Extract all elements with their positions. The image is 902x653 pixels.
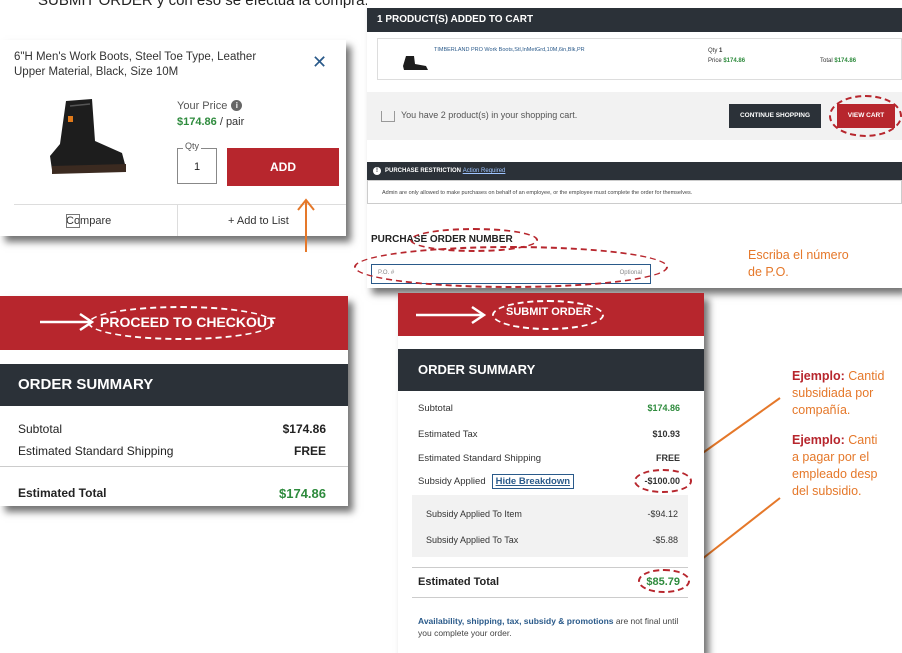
cart-product-name[interactable]: TIMBERLAND PRO Work Boots,Stl,InMetGrd,1… (434, 47, 585, 53)
proceed-checkout-bar[interactable]: PROCEED TO CHECKOUT (0, 296, 348, 350)
example-1-annotation: Ejemplo: Cantid subsidiada por compañía. (792, 369, 885, 417)
order-summary-title: ORDER SUMMARY (0, 364, 348, 406)
divider (0, 466, 348, 467)
shipping-label: Estimated Standard Shipping (18, 444, 174, 458)
subsidy-item-label: Subsidy Applied To Item (426, 509, 522, 519)
order-summary-title: ORDER SUMMARY (398, 349, 704, 391)
submit-panel: SUBMIT ORDER ORDER SUMMARY Subtotal $174… (398, 293, 704, 653)
subsidy-tax-value: -$5.88 (652, 535, 678, 545)
cart-icon (381, 111, 395, 122)
subtotal-label: Subtotal (418, 403, 453, 414)
availability-note: Availability, shipping, tax, subsidy & p… (418, 616, 679, 638)
hide-breakdown-link[interactable]: Hide Breakdown (491, 474, 575, 489)
po-field-highlight (354, 246, 668, 288)
subsidy-tax-label: Subsidy Applied To Tax (426, 535, 519, 545)
tax-value: $10.93 (652, 429, 680, 439)
cart-product-row: TIMBERLAND PRO Work Boots,Stl,InMetGrd,1… (377, 38, 902, 80)
subtotal-value: $174.86 (647, 403, 680, 413)
subsidy-highlight (634, 469, 692, 493)
proceed-panel: PROCEED TO CHECKOUT ORDER SUMMARY Subtot… (0, 296, 348, 506)
subsidy-breakdown: Subsidy Applied To Item -$94.12 Subsidy … (412, 495, 688, 557)
mini-boot-image (403, 56, 428, 70)
cart-price: Price $174.86 (708, 58, 746, 64)
po-annotation: Escriba el número de P.O. (748, 248, 849, 279)
alert-icon: ! (373, 167, 381, 175)
arrow-right-icon (416, 305, 486, 325)
divider (412, 597, 688, 598)
subtotal-value: $174.86 (282, 422, 326, 436)
continue-shopping-button[interactable]: CONTINUE SHOPPING (729, 104, 821, 128)
proceed-highlight (88, 306, 274, 340)
estimated-total-label: Estimated Total (18, 486, 107, 500)
submit-order-bar[interactable]: SUBMIT ORDER (398, 293, 704, 336)
cart-total: Total $174.86 (820, 58, 857, 64)
tax-label: Estimated Tax (418, 429, 478, 440)
estimated-total-value: $174.86 (279, 486, 326, 501)
view-cart-highlight (829, 95, 902, 137)
shipping-value: FREE (655, 453, 680, 463)
cart-qty: Qty 1 (708, 48, 723, 54)
cart-count-text: You have 2 product(s) in your shopping c… (401, 110, 578, 120)
arrow-right-icon (40, 312, 94, 332)
subsidy-item-value: -$94.12 (647, 509, 678, 519)
total-highlight (638, 569, 690, 593)
admin-restriction-text: Admin are only allowed to make purchases… (367, 180, 902, 204)
estimated-total-label: Estimated Total (418, 576, 500, 588)
subtotal-label: Subtotal (18, 422, 63, 436)
shipping-value: FREE (293, 444, 326, 458)
subsidy-row: Subsidy Applied Hide Breakdown (418, 474, 575, 489)
divider (412, 567, 688, 568)
example-2-annotation: Ejemplo: Canti a pagar por el empleado d… (792, 433, 878, 498)
cart-header: 1 PRODUCT(S) ADDED TO CART (367, 8, 902, 32)
action-required-link[interactable]: Action Required (463, 168, 506, 174)
purchase-restriction-bar: ! PURCHASE RESTRICTION Action Required (367, 162, 902, 180)
submit-highlight (492, 300, 604, 330)
cart-actions-band: You have 2 product(s) in your shopping c… (367, 92, 902, 140)
shipping-label: Estimated Standard Shipping (418, 453, 542, 464)
